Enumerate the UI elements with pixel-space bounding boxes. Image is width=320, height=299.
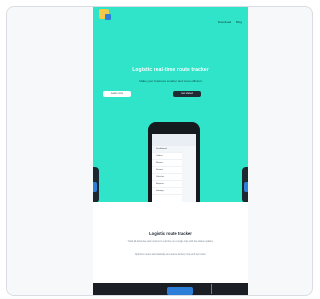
get-started-button[interactable]: Get started: [173, 91, 201, 97]
preview-card: Download Blog Logistic real-time route t…: [6, 6, 313, 296]
menu-item[interactable]: Orders: [152, 153, 182, 160]
side-device-right: [242, 167, 248, 203]
menu-item[interactable]: Settings: [152, 188, 182, 195]
site-logo[interactable]: [99, 9, 111, 20]
website-screenshot: Download Blog Logistic real-time route t…: [93, 7, 248, 295]
section-title: Logistic route tracker: [149, 231, 192, 236]
hero-section: Download Blog Logistic real-time route t…: [93, 7, 248, 228]
section-paragraph-2: Optimize routes automatically and reduce…: [134, 254, 207, 256]
top-navbar: Download Blog: [93, 7, 248, 24]
menu-item[interactable]: Dashboard: [152, 146, 182, 153]
menu-item[interactable]: Routes: [152, 160, 182, 167]
learn-more-button[interactable]: Learn more: [103, 91, 131, 97]
nav-links: Download Blog: [214, 20, 242, 24]
red-marker: [211, 284, 212, 294]
hero-subheadline: Make your business smarter and more effi…: [139, 79, 202, 83]
nav-item-blog[interactable]: Blog: [236, 20, 242, 24]
side-device-left: [93, 167, 99, 203]
phone-app-bar: [152, 134, 196, 146]
section-paragraph-1: Track all deliveries and couriers in rea…: [127, 241, 214, 243]
content-section: Logistic route tracker Track all deliver…: [93, 202, 248, 295]
hero-headline: Logistic real-time route tracker: [132, 67, 209, 73]
menu-item[interactable]: Reports: [152, 181, 182, 188]
menu-item[interactable]: Vehicles: [152, 174, 182, 181]
nav-item-download[interactable]: Download: [218, 20, 231, 24]
menu-item[interactable]: Drivers: [152, 167, 182, 174]
bottom-preview-strip: [93, 283, 248, 295]
bottom-screen-block: [167, 287, 193, 295]
